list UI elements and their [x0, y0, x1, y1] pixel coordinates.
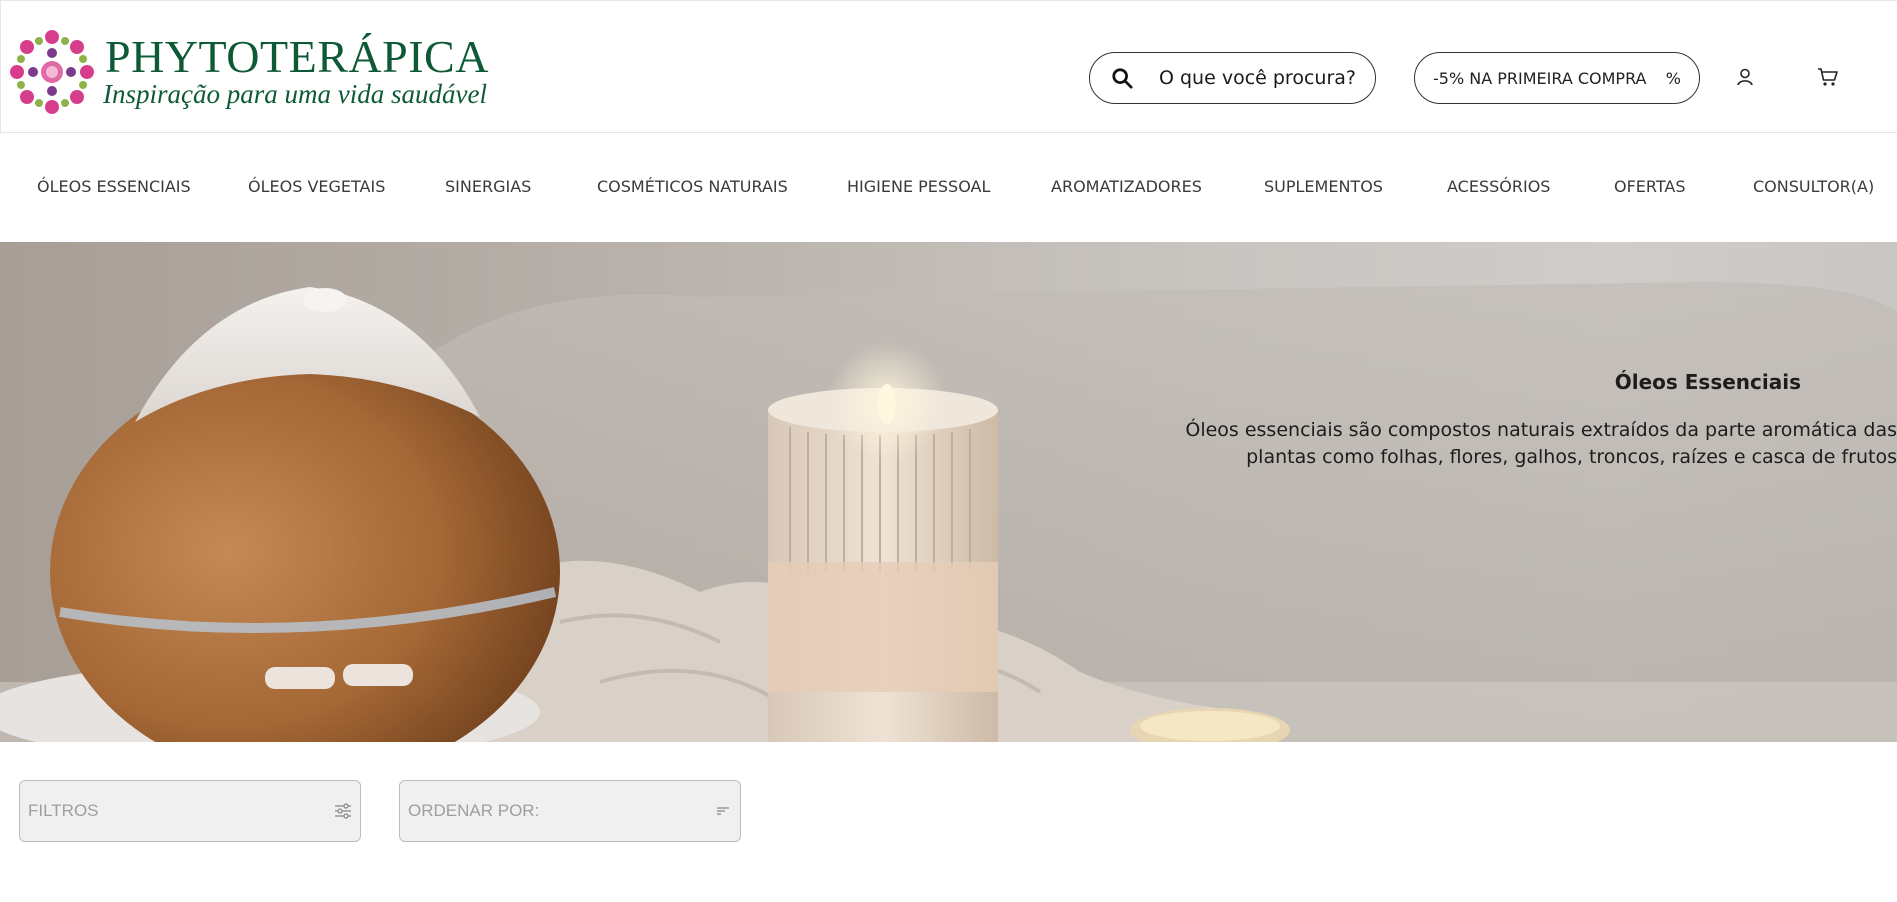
- search-icon[interactable]: [1111, 67, 1133, 89]
- cart-icon[interactable]: [1817, 67, 1839, 87]
- hero-title: Óleos Essenciais: [1614, 370, 1801, 394]
- nav-item-oleos-vegetais[interactable]: ÓLEOS VEGETAIS: [248, 177, 385, 196]
- hero-banner[interactable]: Óleos Essenciais Óleos essenciais são co…: [0, 242, 1897, 742]
- nav-item-consultor[interactable]: CONSULTOR(A): [1753, 177, 1874, 196]
- main-navigation: ÓLEOS ESSENCIAIS ÓLEOS VEGETAIS SINERGIA…: [0, 133, 1897, 242]
- nav-item-higiene-pessoal[interactable]: HIGIENE PESSOAL: [847, 177, 990, 196]
- sort-button[interactable]: ORDENAR POR:: [399, 780, 741, 842]
- nav-item-suplementos[interactable]: SUPLEMENTOS: [1264, 177, 1383, 196]
- nav-item-sinergias[interactable]: SINERGIAS: [445, 177, 531, 196]
- site-header: PHYTOTERÁPICA Inspiração para uma vida s…: [0, 0, 1897, 133]
- nav-item-ofertas[interactable]: OFERTAS: [1614, 177, 1686, 196]
- promo-coupon-button[interactable]: -5% NA PRIMEIRA COMPRA %: [1414, 52, 1700, 104]
- nav-item-aromatizadores[interactable]: AROMATIZADORES: [1051, 177, 1202, 196]
- sort-icon: [717, 807, 729, 815]
- hero-description: Óleos essenciais são compostos naturais …: [1185, 419, 1897, 468]
- search-placeholder: O que você procura?: [1159, 67, 1356, 89]
- hero-background-image: [0, 282, 1897, 742]
- filters-label: FILTROS: [28, 801, 99, 820]
- sliders-icon: [335, 803, 351, 819]
- nav-item-acessorios[interactable]: ACESSÓRIOS: [1447, 177, 1550, 196]
- brand-name: PHYTOTERÁPICA: [105, 31, 489, 82]
- filters-button[interactable]: FILTROS: [19, 780, 361, 842]
- search-input[interactable]: O que você procura?: [1089, 52, 1376, 104]
- sort-label: ORDENAR POR:: [408, 801, 540, 820]
- user-icon[interactable]: [1735, 67, 1755, 87]
- percent-icon: %: [1665, 68, 1681, 88]
- nav-item-cosmeticos-naturais[interactable]: COSMÉTICOS NATURAIS: [597, 177, 788, 196]
- promo-label: -5% NA PRIMEIRA COMPRA: [1433, 68, 1647, 88]
- mandala-logo-icon: [10, 30, 94, 114]
- brand-tagline: Inspiração para uma vida saudável: [103, 79, 487, 109]
- nav-item-oleos-essenciais[interactable]: ÓLEOS ESSENCIAIS: [37, 177, 191, 196]
- brand-logo[interactable]: PHYTOTERÁPICA Inspiração para uma vida s…: [9, 29, 489, 115]
